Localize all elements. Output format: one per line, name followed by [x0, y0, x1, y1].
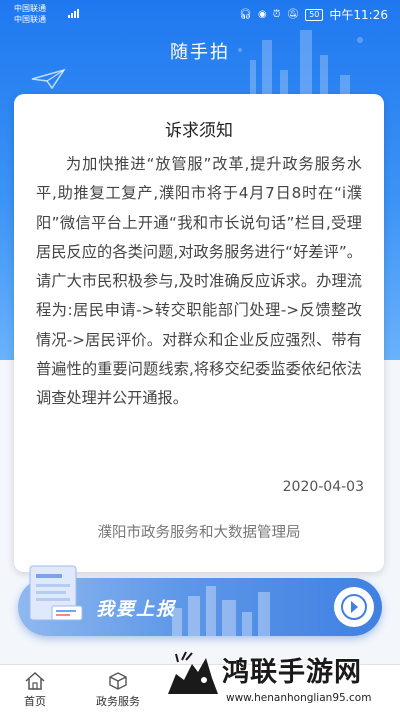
eye-icon: ◉	[257, 9, 267, 20]
notice-date: 2020-04-03	[282, 479, 364, 495]
signal-icon	[68, 7, 80, 18]
document-illustration-icon	[29, 565, 83, 621]
notice-card: 诉求须知 为加快推进“放管服”改革,提升政务服务水平,助推复工复产,濮阳市将于4…	[14, 94, 384, 572]
title-bar: 随手拍	[0, 28, 400, 72]
deer-logo-icon	[168, 651, 218, 694]
tab-government-services[interactable]: 政务服务	[96, 671, 140, 709]
battery-icon: 50	[305, 8, 324, 21]
tab-home[interactable]: 首页	[24, 671, 46, 709]
status-bar: 中国联通 中国联通 🎧︎ ◉ ⏰︎ 🔕︎ 50 中午11:26	[0, 0, 400, 28]
headset-icon: 🎧︎	[239, 9, 252, 20]
paper-plane-icon	[31, 68, 66, 90]
notice-title: 诉求须知	[165, 121, 233, 141]
notice-issuer: 濮阳市政务服务和大数据管理局	[97, 525, 301, 541]
tab-home-label: 首页	[24, 695, 46, 708]
cube-icon	[109, 672, 127, 690]
home-icon	[25, 671, 45, 690]
carrier-1: 中国联通	[14, 4, 46, 13]
report-button-label: 我要上报	[96, 599, 176, 620]
building-decoration	[172, 586, 270, 636]
mute-icon: 🔕︎	[286, 9, 300, 20]
watermark-text: 鸿联手游网	[222, 657, 362, 688]
clock: 中午11:26	[329, 8, 388, 22]
carrier-2: 中国联通	[14, 15, 46, 24]
watermark-url: www.henanhonglian95.com	[226, 692, 372, 704]
carrier-info: 中国联通 中国联通	[14, 3, 46, 25]
watermark: 鸿联手游网 www.henanhonglian95.com	[160, 648, 400, 711]
status-icons: 🎧︎ ◉ ⏰︎ 🔕︎ 50 中午11:26	[239, 6, 388, 23]
page-title: 随手拍	[170, 42, 230, 63]
arrow-right-icon[interactable]	[334, 587, 374, 627]
tab-government-services-label: 政务服务	[96, 695, 140, 708]
notice-body: 为加快推进“放管服”改革,提升政务服务水平,助推复工复产,濮阳市将于4月7日8时…	[36, 155, 362, 408]
alarm-icon: ⏰︎	[272, 9, 281, 20]
